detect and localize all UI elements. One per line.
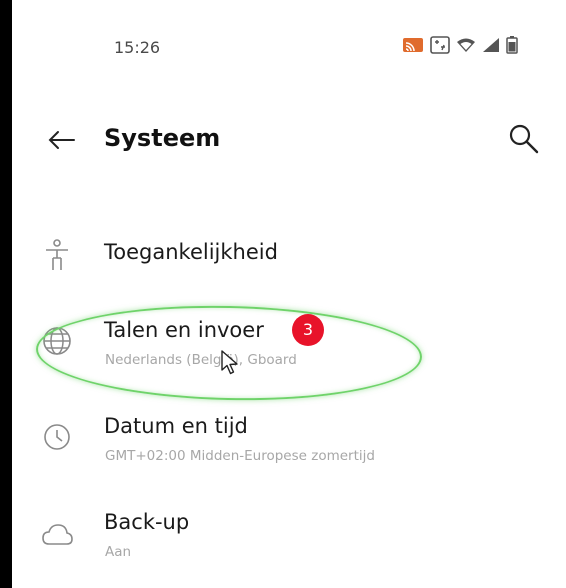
search-icon [509, 124, 539, 154]
step-badge: 3 [292, 314, 324, 346]
screenshot-icon [430, 36, 450, 54]
back-button[interactable] [44, 122, 80, 158]
status-icons [402, 36, 518, 54]
item-title: Toegankelijkheid [104, 240, 278, 264]
settings-item-toegankelijkheid[interactable]: Toegankelijkheid [12, 220, 566, 300]
signal-icon [483, 38, 499, 52]
settings-item-datum-en-tijd[interactable]: Datum en tijd GMT+02:00 Midden-Europese … [12, 402, 566, 482]
mouse-cursor-icon [221, 350, 238, 375]
status-time: 15:26 [114, 38, 161, 57]
cloud-icon [42, 524, 73, 545]
accessibility-icon [46, 239, 68, 270]
battery-icon [506, 36, 518, 54]
page-title: Systeem [104, 124, 221, 152]
search-button[interactable] [504, 120, 544, 160]
item-subtitle: GMT+02:00 Midden-Europese zomertijd [105, 448, 375, 464]
wifi-icon [457, 38, 475, 52]
item-title: Datum en tijd [104, 414, 248, 438]
left-black-border [0, 0, 12, 588]
arrow-left-icon [48, 131, 75, 149]
settings-item-back-up[interactable]: Back-up Aan [12, 496, 566, 576]
cast-icon [403, 38, 423, 52]
item-subtitle: Aan [105, 544, 132, 560]
clock-icon [44, 424, 70, 450]
item-title: Back-up [104, 510, 190, 534]
